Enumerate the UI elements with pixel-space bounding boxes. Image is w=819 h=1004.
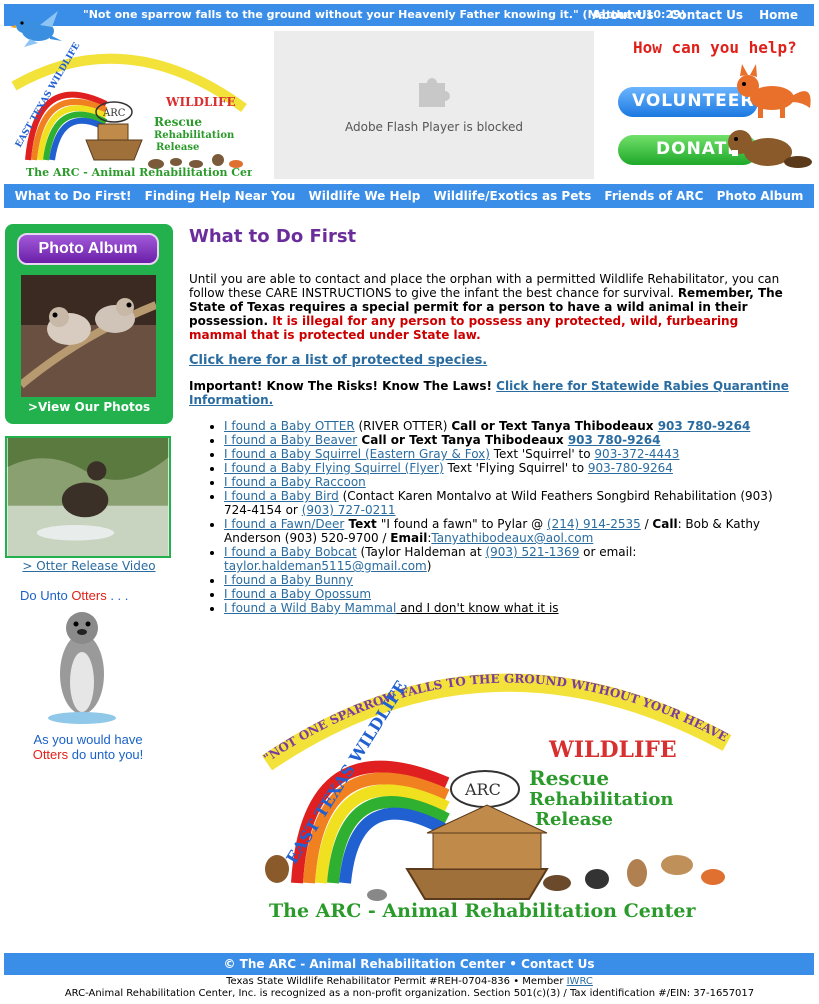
intro-paragraph: Until you are able to contact and place … xyxy=(189,272,789,342)
do-unto-otters-heading: Do Unto Otters . . . xyxy=(20,588,129,603)
nav-finding-help[interactable]: Finding Help Near You xyxy=(145,189,296,203)
logo-arc-large: ARC xyxy=(464,780,501,799)
main-content: What to Do First xyxy=(189,226,789,247)
iwrc-link[interactable]: IWRC xyxy=(567,976,593,987)
logo-arc: ARC xyxy=(102,108,126,119)
arc-logo: EAST TEXAS WILDLIFE ARC WILDLIFE Rescue … xyxy=(11,41,252,179)
otter-drawing-icon xyxy=(48,612,116,724)
contact-us-link[interactable]: Contact Us xyxy=(670,8,743,22)
flying-squirrel-photo xyxy=(21,275,156,397)
main-nav: What to Do First! Finding Help Near You … xyxy=(4,184,814,208)
page-title: What to Do First xyxy=(189,226,357,247)
logo-rehab: Rehabilitation xyxy=(154,130,235,141)
list-item: I found a Baby Squirrel (Eastern Gray & … xyxy=(224,447,799,461)
list-item: I found a Baby Beaver Call or Text Tanya… xyxy=(224,433,799,447)
nav-exotics-as-pets[interactable]: Wildlife/Exotics as Pets xyxy=(434,189,592,203)
found-wild-mammal-link[interactable]: I found a Wild Baby Mammal xyxy=(224,601,396,615)
bobcat-email-link[interactable]: taylor.haldeman5115@gmail.com xyxy=(224,559,427,573)
photo-album-button[interactable]: Photo Album xyxy=(17,233,159,265)
top-bar: "Not one sparrow falls to the ground wit… xyxy=(4,4,814,26)
logo-wildlife-large: WILDLIFE xyxy=(548,737,677,763)
beaver-icon xyxy=(728,130,812,168)
view-photos-link[interactable]: >View Our Photos xyxy=(5,400,173,414)
help-heading: How can you help? xyxy=(633,38,797,57)
found-raccoon-link[interactable]: I found a Baby Raccoon xyxy=(224,475,366,489)
found-bunny-link[interactable]: I found a Baby Bunny xyxy=(224,573,353,587)
found-beaver-link[interactable]: I found a Baby Beaver xyxy=(224,433,357,447)
as-you-would-have-caption: As you would have Otters do unto you! xyxy=(32,732,144,762)
list-item: I found a Fawn/Deer Text "I found a fawn… xyxy=(224,517,799,545)
illegal-warning: It is illegal for any person to possess … xyxy=(189,314,739,342)
protected-species-link[interactable]: Click here for a list of protected speci… xyxy=(189,353,487,368)
logo-tagline-large: The ARC - Animal Rehabilitation Center xyxy=(269,900,696,922)
logo-tagline: The ARC - Animal Rehabilitation Center xyxy=(26,166,252,179)
otter-phone-link[interactable]: 903 780-9264 xyxy=(658,419,751,433)
logo-release: Release xyxy=(156,142,199,153)
arc-large-logo: "NOT ONE SPARROW FALLS TO THE GROUND WIT… xyxy=(257,633,732,922)
list-item: I found a Baby Bunny xyxy=(224,573,799,587)
otter-release-photo[interactable] xyxy=(5,436,171,558)
found-squirrel-link[interactable]: I found a Baby Squirrel (Eastern Gray & … xyxy=(224,447,490,461)
photo-album-box[interactable]: Photo Album >View Our Photos xyxy=(5,224,173,424)
beaver-phone-link[interactable]: 903 780-9264 xyxy=(568,433,661,447)
logo-wildlife: WILDLIFE xyxy=(165,95,236,109)
logo-release-large: Release xyxy=(535,809,613,830)
puzzle-piece-icon xyxy=(419,78,450,107)
list-item: I found a Baby Raccoon xyxy=(224,475,799,489)
logo-rescue: Rescue xyxy=(154,115,202,129)
home-link[interactable]: Home xyxy=(759,8,798,22)
squirrel-phone-link[interactable]: 903-372-4443 xyxy=(594,447,679,461)
nav-friends-of-arc[interactable]: Friends of ARC xyxy=(604,189,703,203)
list-item: I found a Baby OTTER (RIVER OTTER) Call … xyxy=(224,419,799,433)
nav-what-to-do-first[interactable]: What to Do First! xyxy=(15,189,132,203)
nav-wildlife-we-help[interactable]: Wildlife We Help xyxy=(309,189,421,203)
bobcat-phone-link[interactable]: (903) 521-1369 xyxy=(485,545,579,559)
bird-phone-link[interactable]: (903) 727-0211 xyxy=(302,503,396,517)
otter-release-video-link[interactable]: > Otter Release Video xyxy=(0,559,178,573)
nonprofit-line: ARC-Animal Rehabilitation Center, Inc. i… xyxy=(64,988,755,999)
fawn-phone-link[interactable]: (214) 914-2535 xyxy=(547,517,641,531)
found-fawn-link[interactable]: I found a Fawn/Deer xyxy=(224,517,344,531)
logo-rescue-large: Rescue xyxy=(529,766,609,790)
found-flying-squirrel-link[interactable]: I found a Baby Flying Squirrel (Flyer) xyxy=(224,461,444,475)
flash-placeholder[interactable]: Adobe Flash Player is blocked xyxy=(274,31,594,179)
found-bird-link[interactable]: I found a Baby Bird xyxy=(224,489,339,503)
found-bobcat-link[interactable]: I found a Baby Bobcat xyxy=(224,545,357,559)
nav-photo-album[interactable]: Photo Album xyxy=(717,189,804,203)
logo-rehab-large: Rehabilitation xyxy=(529,789,673,810)
found-animal-list: I found a Baby OTTER (RIVER OTTER) Call … xyxy=(224,419,799,615)
list-item: I found a Baby Bobcat (Taylor Haldeman a… xyxy=(224,545,799,573)
list-item: I found a Wild Baby Mammal and I don't k… xyxy=(224,601,799,615)
fox-icon xyxy=(737,64,811,118)
fawn-email-link[interactable]: Tanyathibodeaux@aol.com xyxy=(431,531,593,545)
list-item: I found a Baby Bird (Contact Karen Monta… xyxy=(224,489,799,517)
list-item: I found a Baby Flying Squirrel (Flyer) T… xyxy=(224,461,799,475)
found-opossum-link[interactable]: I found a Baby Opossum xyxy=(224,587,371,601)
important-label: Important! Know The Risks! Know The Laws… xyxy=(189,379,497,393)
found-otter-link[interactable]: I found a Baby OTTER xyxy=(224,419,355,433)
about-us-link[interactable]: About Us xyxy=(592,8,653,22)
flash-blocked-message: Adobe Flash Player is blocked xyxy=(344,120,523,134)
list-item: I found a Baby Opossum xyxy=(224,587,799,601)
top-links: About Us Contact Us Home xyxy=(592,8,798,22)
permit-line: Texas State Wildlife Rehabilitator Permi… xyxy=(226,976,593,987)
flying-squirrel-phone-link[interactable]: 903-780-9264 xyxy=(588,461,673,475)
important-notice: Important! Know The Risks! Know The Laws… xyxy=(189,379,789,407)
footer-bar[interactable]: © The ARC - Animal Rehabilitation Center… xyxy=(4,953,814,975)
